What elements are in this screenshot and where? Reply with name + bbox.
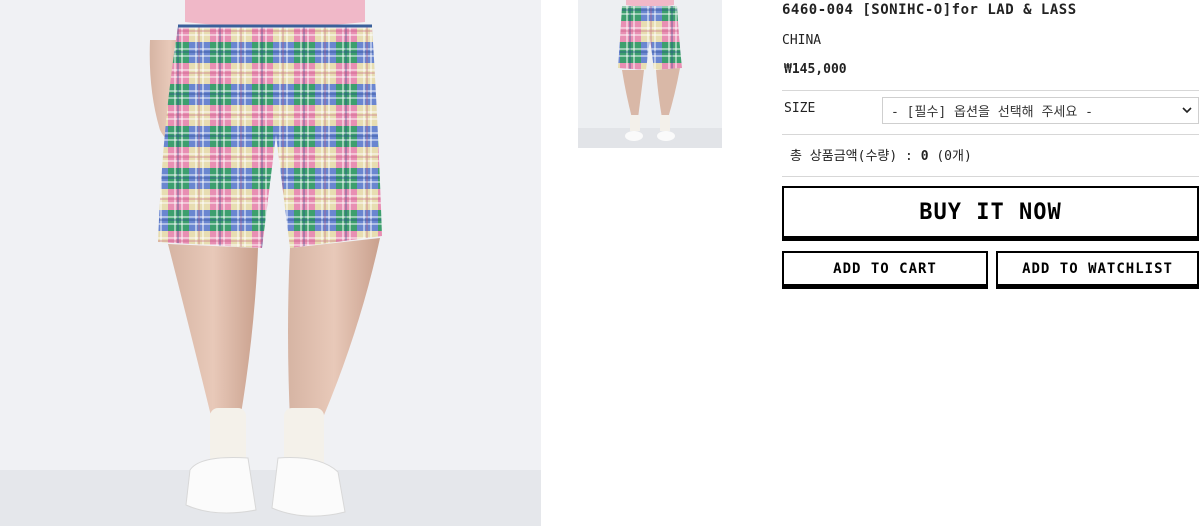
add-to-cart-button[interactable]: ADD TO CART (782, 251, 988, 286)
chevron-down-icon (1176, 104, 1198, 117)
product-price: ₩145,000 (784, 62, 847, 77)
buy-now-button[interactable]: BUY IT NOW (782, 186, 1199, 238)
size-select[interactable]: - [필수] 옵션을 선택해 주세요 - (882, 97, 1199, 124)
total-count: (0개) (936, 149, 972, 164)
total-price: 총 상품금액(수량) : 0 (0개) (790, 145, 972, 164)
divider (782, 90, 1199, 91)
add-to-watchlist-button[interactable]: ADD TO WATCHLIST (996, 251, 1199, 286)
divider (782, 134, 1199, 135)
product-info: 6460-004 [SONIHC-O]for LAD & LASS CHINA … (782, 0, 1199, 526)
size-label: SIZE (784, 101, 816, 116)
divider (782, 176, 1199, 177)
product-name: 6460-004 [SONIHC-O]for LAD & LASS (782, 2, 1077, 18)
total-label: 총 상품금액(수량) : (790, 149, 913, 164)
size-select-value: - [필수] 옵션을 선택해 주세요 - (891, 105, 1094, 120)
product-origin: CHINA (782, 33, 822, 48)
product-thumbnail[interactable] (578, 0, 722, 148)
total-amount: 0 (920, 149, 929, 164)
main-product-image (0, 0, 541, 526)
